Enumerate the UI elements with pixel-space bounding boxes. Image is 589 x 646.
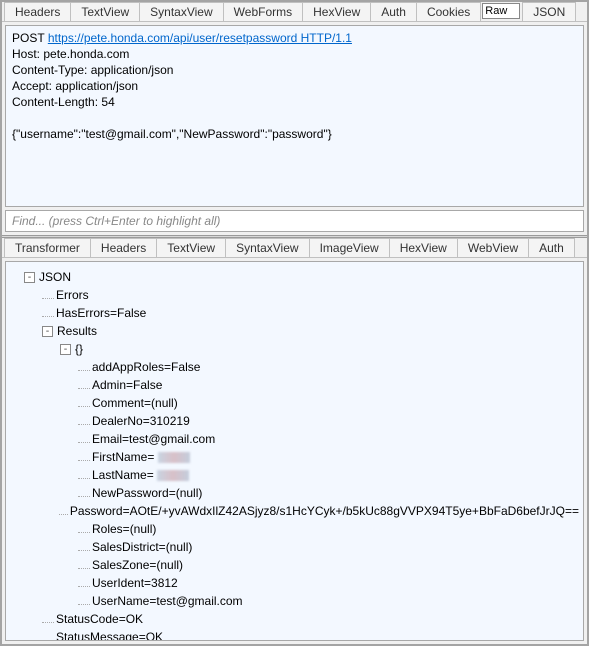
tab-imageview[interactable]: ImageView (309, 238, 390, 257)
node-object[interactable]: {} (75, 340, 83, 358)
tab-cookies[interactable]: Cookies (416, 2, 481, 21)
toggle-results[interactable]: - (42, 326, 53, 337)
toggle-json-root[interactable]: - (24, 272, 35, 283)
node-results[interactable]: Results (57, 322, 97, 340)
tab-headers[interactable]: Headers (4, 2, 71, 21)
node-statusmessage[interactable]: StatusMessage=OK (56, 628, 163, 641)
tab-resp-headers[interactable]: Headers (90, 238, 157, 257)
header-content-length: Content-Length: 54 (12, 94, 577, 110)
header-host: Host: pete.honda.com (12, 46, 577, 62)
node-admin[interactable]: Admin=False (92, 376, 162, 394)
tab-resp-textview[interactable]: TextView (156, 238, 226, 257)
node-roles[interactable]: Roles=(null) (92, 520, 156, 538)
tab-auth[interactable]: Auth (370, 2, 417, 21)
find-placeholder: Find... (press Ctrl+Enter to highlight a… (12, 214, 220, 228)
tab-hexview[interactable]: HexView (302, 2, 371, 21)
node-password[interactable]: Password=AOtE/+yvAWdxIlZ42ASjyz8/s1HcYCy… (70, 502, 579, 520)
node-userident[interactable]: UserIdent=3812 (92, 574, 178, 592)
tab-transformer[interactable]: Transformer (4, 238, 91, 257)
node-username[interactable]: UserName=test@gmail.com (92, 592, 243, 610)
tab-webview[interactable]: WebView (457, 238, 529, 257)
node-firstname[interactable]: FirstName= (92, 448, 190, 466)
tab-syntaxview[interactable]: SyntaxView (139, 2, 223, 21)
header-content-type: Content-Type: application/json (12, 62, 577, 78)
node-json[interactable]: JSON (39, 268, 71, 286)
tab-resp-hexview[interactable]: HexView (389, 238, 458, 257)
node-statuscode[interactable]: StatusCode=OK (56, 610, 143, 628)
node-salesdistrict[interactable]: SalesDistrict=(null) (92, 538, 192, 556)
fiddler-inspector-root: Headers TextView SyntaxView WebForms Hex… (0, 0, 589, 646)
request-raw-pane[interactable]: POST https://pete.honda.com/api/user/res… (5, 25, 584, 207)
node-errors[interactable]: Errors (56, 286, 89, 304)
request-tabstrip: Headers TextView SyntaxView WebForms Hex… (2, 2, 587, 22)
header-accept: Accept: application/json (12, 78, 577, 94)
toggle-object[interactable]: - (60, 344, 71, 355)
request-url-link[interactable]: https://pete.honda.com/api/user/resetpas… (48, 31, 352, 45)
node-newpassword[interactable]: NewPassword=(null) (92, 484, 202, 502)
node-addapproles[interactable]: addAppRoles=False (92, 358, 200, 376)
response-tabstrip: Transformer Headers TextView SyntaxView … (2, 238, 587, 258)
node-comment[interactable]: Comment=(null) (92, 394, 178, 412)
response-json-tree[interactable]: - JSON Errors HasErrors=False - Results … (5, 261, 584, 641)
redacted-lastname (157, 470, 189, 481)
node-lastname[interactable]: LastName= (92, 466, 189, 484)
node-saleszone[interactable]: SalesZone=(null) (92, 556, 183, 574)
redacted-firstname (158, 452, 190, 463)
http-method: POST (12, 31, 44, 45)
node-haserrors[interactable]: HasErrors=False (56, 304, 146, 322)
tab-resp-syntaxview[interactable]: SyntaxView (225, 238, 309, 257)
find-input[interactable]: Find... (press Ctrl+Enter to highlight a… (5, 210, 584, 232)
tab-webforms[interactable]: WebForms (223, 2, 303, 21)
request-line: POST https://pete.honda.com/api/user/res… (12, 30, 577, 46)
raw-input[interactable]: Raw (482, 3, 520, 19)
tab-resp-auth[interactable]: Auth (528, 238, 575, 257)
node-email[interactable]: Email=test@gmail.com (92, 430, 215, 448)
node-dealerno[interactable]: DealerNo=310219 (92, 412, 190, 430)
tab-json[interactable]: JSON (522, 2, 576, 21)
tab-textview[interactable]: TextView (70, 2, 140, 21)
request-body: {"username":"test@gmail.com","NewPasswor… (12, 126, 577, 142)
